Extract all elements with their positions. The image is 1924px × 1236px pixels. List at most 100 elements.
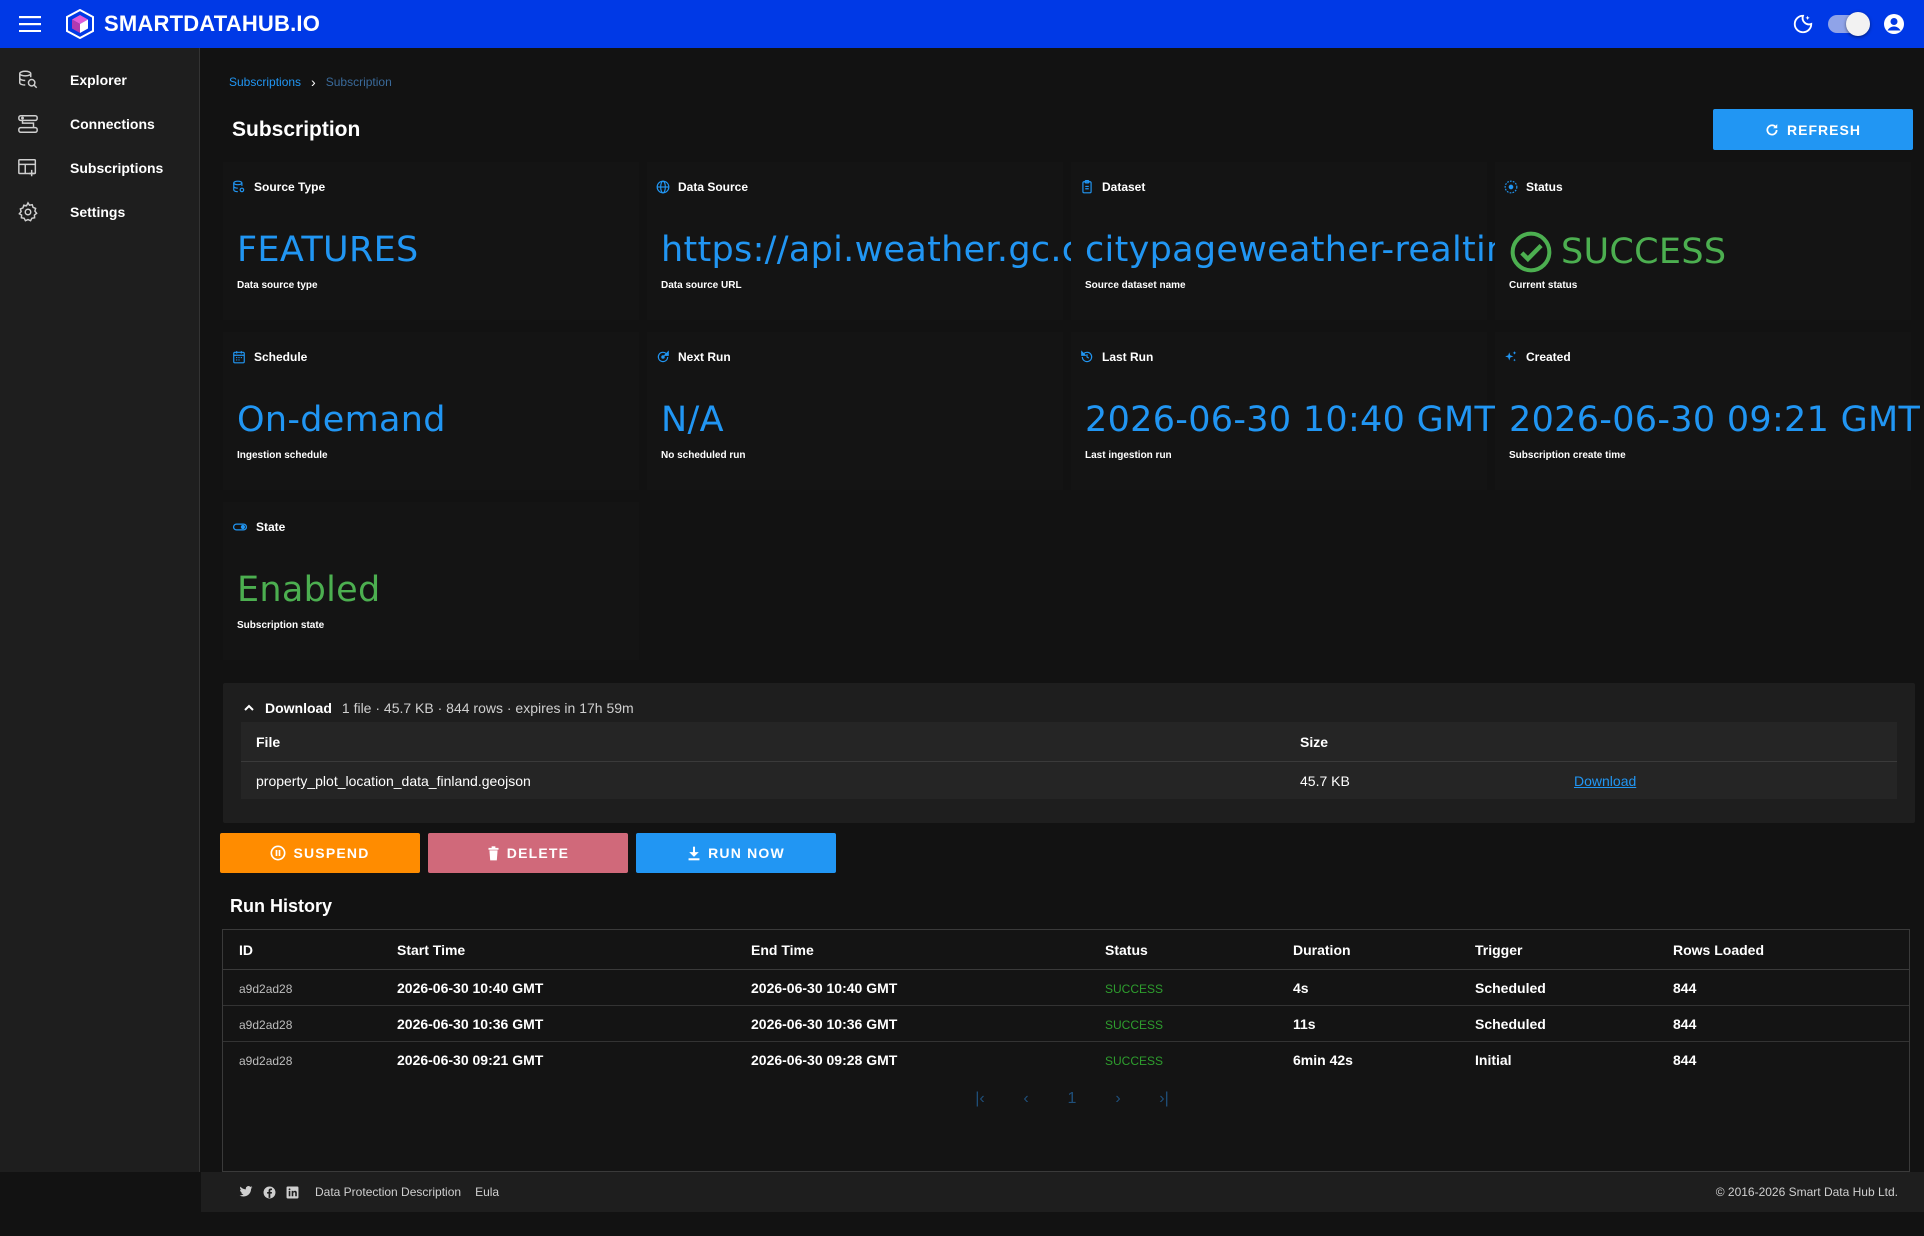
table-row[interactable]: a9d2ad28 2026-06-30 10:36 GMT 2026-06-30… (223, 1006, 1909, 1042)
suspend-label: SUSPEND (293, 845, 370, 861)
twitter-icon[interactable] (239, 1186, 253, 1198)
run-now-button[interactable]: RUN NOW (636, 833, 836, 873)
last-page-button[interactable]: ›| (1152, 1090, 1176, 1108)
chevron-up-icon[interactable] (243, 702, 255, 714)
run-start: 2026-06-30 10:40 GMT (397, 979, 544, 996)
clipboard-icon (1082, 180, 1092, 194)
run-id: a9d2ad28 (239, 1017, 293, 1032)
data-protection-link[interactable]: Data Protection Description (315, 1185, 461, 1199)
connections-icon (16, 112, 40, 136)
facebook-icon[interactable] (263, 1186, 276, 1199)
delete-button[interactable]: DELETE (428, 833, 628, 873)
card-created: Created 2026-06-30 09:21 GMT Subscriptio… (1495, 332, 1920, 490)
toggle-icon (232, 523, 248, 531)
card-value: N/A (661, 400, 724, 440)
card-dataset: Dataset citypageweather-realtime Source … (1071, 162, 1542, 320)
page-bottom (201, 1212, 1924, 1236)
card-title: Next Run (678, 350, 731, 364)
card-subtitle: Current status (1509, 280, 1578, 291)
sidebar-item-connections[interactable]: Connections (0, 102, 199, 146)
current-page[interactable]: 1 (1060, 1090, 1084, 1108)
sidebar-item-label: Connections (70, 116, 155, 132)
prev-page-button[interactable]: ‹ (1014, 1090, 1038, 1108)
suspend-button[interactable]: SUSPEND (220, 833, 420, 873)
footer: Data Protection Description Eula © 2016-… (201, 1172, 1924, 1212)
table-row[interactable]: a9d2ad28 2026-06-30 10:40 GMT 2026-06-30… (223, 970, 1909, 1006)
theme-toggle[interactable] (1828, 12, 1870, 36)
card-subtitle: Source dataset name (1085, 280, 1186, 291)
breadcrumb-subscriptions-link[interactable]: Subscriptions (229, 75, 301, 89)
card-data-source: Data Source https://api.weather.gc.ca Da… (647, 162, 1103, 320)
run-id: a9d2ad28 (239, 981, 293, 996)
card-source-type: Source Type FEATURES Data source type (223, 162, 639, 320)
brand-logo[interactable]: SMARTDATAHUB.IO (66, 9, 320, 39)
download-panel: Download 1 file · 45.7 KB · 844 rows · e… (223, 683, 1915, 823)
card-title: Schedule (254, 350, 308, 364)
first-page-button[interactable]: |‹ (968, 1090, 992, 1108)
download-meta: 1 file · 45.7 KB · 844 rows · expires in… (341, 700, 634, 716)
card-next-run: Next Run N/A No scheduled run (647, 332, 1063, 490)
column-header-status: Status (1105, 941, 1148, 958)
card-title: State (256, 520, 286, 534)
card-subtitle: No scheduled run (661, 450, 746, 461)
card-title: Source Type (254, 180, 326, 194)
check-circle-icon (1510, 231, 1552, 273)
refresh-button[interactable]: REFRESH (1713, 109, 1913, 150)
social-links (239, 1186, 299, 1199)
gear-icon (16, 200, 40, 224)
card-value: FEATURES (237, 230, 419, 270)
run-end: 2026-06-30 10:36 GMT (751, 1015, 898, 1032)
trash-icon (488, 845, 499, 860)
card-title: Dataset (1102, 180, 1146, 194)
card-title: Status (1526, 180, 1563, 194)
column-header-rows-loaded: Rows Loaded (1673, 941, 1765, 958)
column-header-file: File (256, 733, 281, 750)
run-rows-loaded: 844 (1673, 1052, 1697, 1068)
eula-link[interactable]: Eula (475, 1185, 499, 1199)
pagination: |‹ ‹ 1 › ›| (968, 1090, 1176, 1108)
calendar-icon (233, 351, 245, 364)
linkedin-icon[interactable] (286, 1186, 299, 1199)
copyright: © 2016-2026 Smart Data Hub Ltd. (1715, 1185, 1898, 1199)
menu-icon[interactable] (16, 10, 44, 38)
card-schedule: Schedule On-demand Ingestion schedule (223, 332, 639, 490)
card-subtitle: Subscription state (237, 620, 325, 631)
table-row[interactable]: a9d2ad28 2026-06-30 09:21 GMT 2026-06-30… (223, 1042, 1909, 1078)
run-duration: 6min 42s (1293, 1052, 1353, 1068)
next-page-button[interactable]: › (1106, 1090, 1130, 1108)
run-duration: 4s (1293, 979, 1309, 996)
column-header-duration: Duration (1293, 941, 1351, 958)
run-history-table: ID Start Time End Time Status Duration T… (222, 929, 1910, 1172)
card-value: citypageweather-realtime (1085, 230, 1543, 270)
card-title: Last Run (1102, 350, 1154, 364)
sidebar-item-settings[interactable]: Settings (0, 190, 199, 234)
pause-circle-icon (270, 845, 286, 861)
card-value: Enabled (237, 570, 381, 610)
card-title: Created (1526, 350, 1571, 364)
account-icon[interactable] (1882, 12, 1906, 36)
column-header-start-time: Start Time (397, 941, 466, 958)
night-mode-icon[interactable] (1792, 13, 1814, 35)
delete-label: DELETE (506, 845, 570, 861)
run-start: 2026-06-30 10:36 GMT (397, 1015, 544, 1032)
download-link[interactable]: Download (1574, 773, 1636, 789)
sidebar-item-explorer[interactable]: Explorer (0, 58, 199, 102)
download-panel-header[interactable]: Download 1 file · 45.7 KB · 844 rows · e… (243, 700, 634, 716)
refresh-label: REFRESH (1787, 121, 1861, 138)
run-rows-loaded: 844 (1673, 1015, 1697, 1032)
database-icon (233, 180, 245, 193)
run-now-label: RUN NOW (708, 845, 785, 861)
sidebar-item-subscriptions[interactable]: Subscriptions (0, 146, 199, 190)
status-icon (1504, 180, 1518, 194)
run-start: 2026-06-30 09:21 GMT (397, 1052, 544, 1068)
download-icon (688, 846, 700, 860)
card-subtitle: Subscription create time (1509, 450, 1626, 461)
card-value: https://api.weather.gc.ca (661, 230, 1104, 270)
sidebar: Explorer Connections Subscriptions Setti… (0, 48, 200, 1172)
file-name: property_plot_location_data_finland.geoj… (256, 772, 531, 789)
run-history-title: Run History (230, 896, 333, 916)
run-trigger: Scheduled (1475, 979, 1546, 996)
card-value: SUCCESS (1509, 230, 1726, 274)
column-header-id: ID (239, 941, 253, 958)
chevron-right-icon: › (311, 74, 316, 90)
